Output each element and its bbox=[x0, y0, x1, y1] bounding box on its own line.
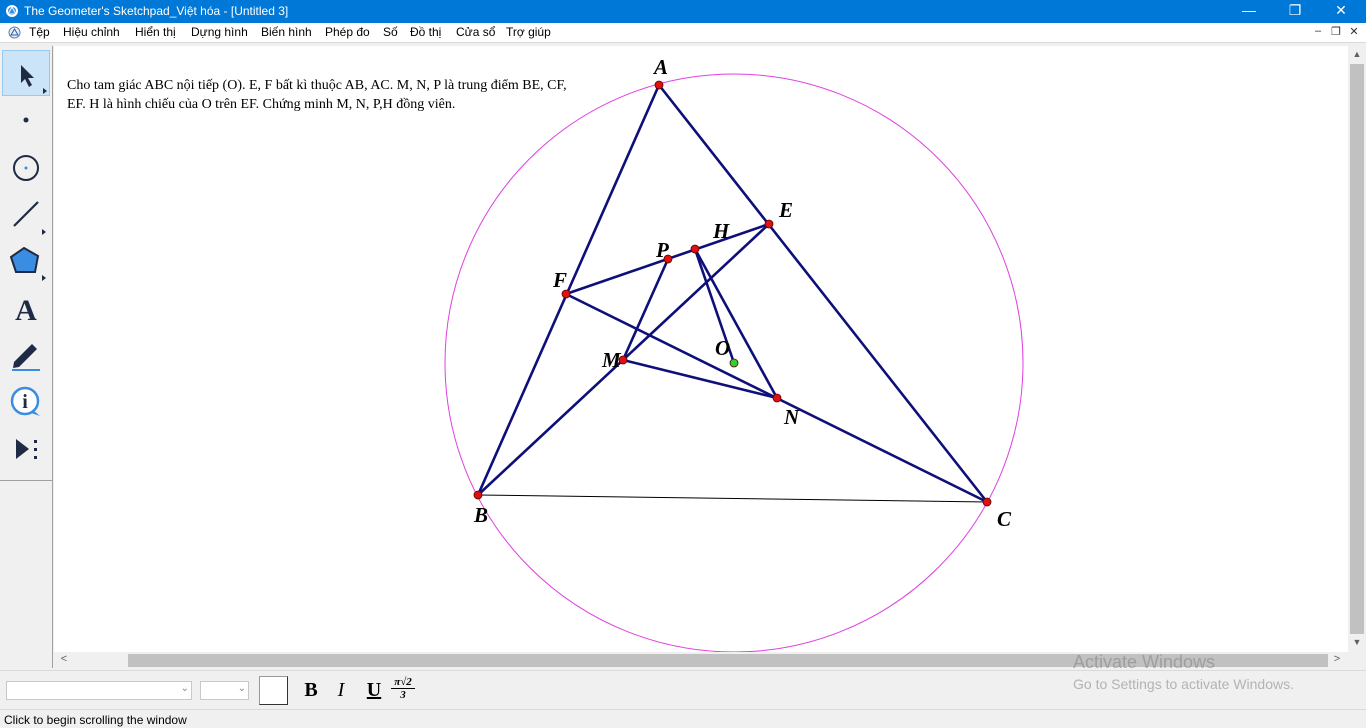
straightedge-icon bbox=[13, 201, 46, 235]
segment-ab[interactable] bbox=[476, 83, 661, 497]
underline-button[interactable]: U bbox=[363, 679, 385, 701]
polygon-tool[interactable] bbox=[2, 238, 50, 284]
arrow-icon bbox=[21, 65, 47, 94]
marker-icon bbox=[12, 344, 40, 371]
point-tool[interactable] bbox=[2, 98, 50, 144]
point-label-c[interactable]: C bbox=[997, 507, 1012, 531]
scroll-left-icon[interactable]: < bbox=[57, 653, 71, 667]
math-denominator: 3 bbox=[400, 689, 406, 701]
menu-dung-hinh[interactable]: Dựng hình bbox=[191, 25, 248, 39]
information-tool[interactable]: i bbox=[2, 380, 50, 426]
scroll-up-icon[interactable]: ▲ bbox=[1351, 49, 1363, 61]
segment-bc[interactable] bbox=[477, 494, 988, 503]
font-size-select[interactable]: ⌄ bbox=[200, 681, 249, 700]
segment-mn[interactable] bbox=[621, 358, 779, 400]
math-format-button[interactable]: π√2 3 bbox=[391, 676, 415, 702]
menu-hieu-chinh[interactable]: Hiệu chỉnh bbox=[63, 25, 120, 39]
text-icon: A bbox=[15, 294, 37, 327]
vertical-scroll-thumb[interactable] bbox=[1350, 64, 1364, 634]
segment-ac[interactable] bbox=[657, 83, 989, 504]
point-e[interactable] bbox=[764, 219, 774, 229]
math-numerator: π√2 bbox=[391, 676, 415, 689]
document-icon[interactable] bbox=[8, 26, 21, 39]
sketch-canvas[interactable]: Cho tam giác ABC nội tiếp (O). E, F bất … bbox=[54, 46, 1348, 652]
point-label-n[interactable]: N bbox=[783, 405, 800, 429]
play-icon bbox=[16, 439, 37, 459]
chevron-down-icon: ⌄ bbox=[180, 683, 189, 694]
menu-hien-thi[interactable]: Hiển thị bbox=[135, 25, 176, 39]
svg-text:A: A bbox=[15, 294, 37, 327]
font-family-select[interactable]: ⌄ bbox=[6, 681, 192, 700]
document-minimize-button[interactable]: – bbox=[1309, 25, 1327, 41]
app-icon bbox=[6, 5, 18, 17]
polygon-icon bbox=[9, 246, 46, 281]
point-h[interactable] bbox=[690, 244, 700, 254]
watermark-subtitle: Go to Settings to activate Windows. bbox=[1073, 676, 1294, 692]
segment-nh[interactable] bbox=[693, 247, 779, 400]
point-label-h[interactable]: H bbox=[712, 219, 730, 243]
point-label-m[interactable]: M bbox=[601, 348, 622, 372]
point-a[interactable] bbox=[654, 80, 664, 90]
point-o[interactable] bbox=[729, 358, 739, 368]
minimize-button[interactable]: — bbox=[1226, 0, 1272, 23]
menu-phep-do[interactable]: Phép đo bbox=[325, 25, 370, 39]
vertical-scrollbar[interactable]: ▲ ▼ bbox=[1348, 46, 1366, 652]
scroll-right-icon[interactable]: > bbox=[1330, 653, 1344, 667]
maximize-button[interactable]: ❐ bbox=[1272, 0, 1318, 23]
straightedge-tool[interactable] bbox=[2, 192, 50, 238]
point-label-e[interactable]: E bbox=[778, 198, 793, 222]
menu-so[interactable]: Số bbox=[383, 25, 398, 39]
close-button[interactable]: ✕ bbox=[1318, 0, 1364, 23]
watermark-title: Activate Windows bbox=[1073, 652, 1216, 672]
point-label-f[interactable]: F bbox=[552, 268, 567, 292]
custom-tools[interactable] bbox=[2, 426, 50, 472]
geometry-figure[interactable]: A B C E F P H M N O bbox=[54, 46, 1348, 652]
point-label-o[interactable]: O bbox=[715, 336, 730, 360]
compass-tool[interactable] bbox=[2, 144, 50, 190]
title-bar: The Geometer's Sketchpad_Việt hóa - [Unt… bbox=[0, 0, 1366, 23]
scroll-corner bbox=[1348, 652, 1366, 669]
segment-mp[interactable] bbox=[621, 257, 670, 362]
activation-watermark: Activate Windows Go to Settings to activ… bbox=[1073, 652, 1294, 692]
marker-tool[interactable] bbox=[2, 332, 50, 378]
italic-button[interactable]: I bbox=[330, 679, 352, 701]
document-restore-button[interactable]: ❐ bbox=[1327, 25, 1345, 41]
svg-text:i: i bbox=[22, 391, 28, 413]
toolbox-divider bbox=[0, 480, 53, 481]
menu-tro-giup[interactable]: Trợ giúp bbox=[506, 25, 551, 39]
point-c[interactable] bbox=[982, 497, 992, 507]
point-label-b[interactable]: B bbox=[473, 503, 488, 527]
point-label-a[interactable]: A bbox=[652, 55, 668, 79]
document-close-button[interactable]: ✕ bbox=[1345, 25, 1363, 41]
status-text: Click to begin scrolling the window bbox=[4, 713, 187, 727]
point-b[interactable] bbox=[473, 490, 483, 500]
menu-cua-so[interactable]: Cửa sổ bbox=[456, 25, 495, 39]
menu-bar: Tệp Hiệu chỉnh Hiển thị Dựng hình Biến h… bbox=[0, 23, 1366, 43]
point-n[interactable] bbox=[772, 393, 782, 403]
scroll-down-icon[interactable]: ▼ bbox=[1351, 637, 1363, 649]
window-title: The Geometer's Sketchpad_Việt hóa - [Unt… bbox=[24, 4, 289, 18]
point-icon bbox=[23, 117, 29, 123]
information-icon: i bbox=[10, 386, 40, 416]
text-color-button[interactable] bbox=[259, 676, 288, 705]
point-label-p[interactable]: P bbox=[655, 238, 669, 262]
toolbox: A i bbox=[0, 46, 53, 668]
compass-icon bbox=[13, 155, 39, 181]
menu-do-thi[interactable]: Đồ thị bbox=[410, 25, 441, 39]
bold-button[interactable]: B bbox=[300, 679, 322, 701]
chevron-down-icon: ⌄ bbox=[237, 683, 246, 694]
status-bar: Click to begin scrolling the window bbox=[0, 709, 1366, 728]
text-tool[interactable]: A bbox=[2, 286, 50, 332]
menu-tep[interactable]: Tệp bbox=[29, 25, 50, 39]
arrow-tool[interactable] bbox=[2, 50, 50, 96]
menu-bien-hinh[interactable]: Biến hình bbox=[261, 25, 312, 39]
